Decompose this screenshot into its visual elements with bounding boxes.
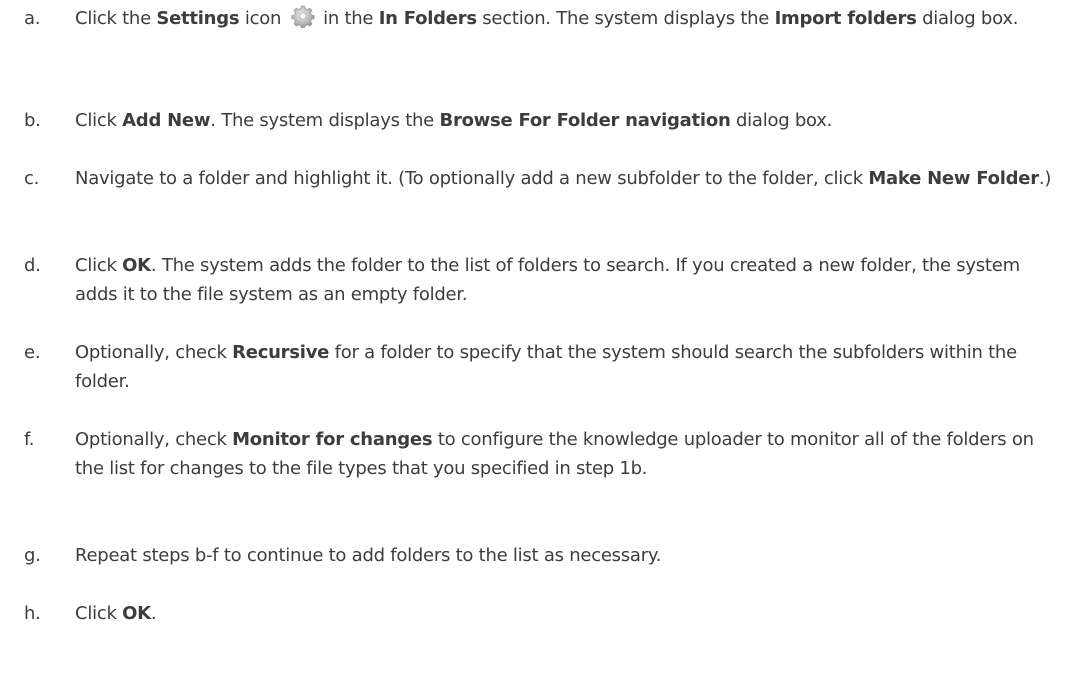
ui-term: Settings: [156, 8, 240, 29]
settings-gear-icon: [291, 4, 315, 28]
step-text-run: Optionally, check: [75, 429, 233, 450]
ui-term: OK: [122, 603, 151, 624]
step-marker: d.: [24, 255, 41, 276]
ui-term: Browse For Folder navigation: [439, 110, 731, 131]
step-text: Click OK.: [75, 599, 1063, 628]
step-text: Click OK. The system adds the folder to …: [75, 251, 1063, 309]
step-text-run: Repeat steps b-f to continue to add fold…: [75, 545, 662, 566]
step-text-run: Optionally, check: [75, 342, 233, 363]
step-text-run: Click: [75, 255, 123, 276]
ui-term: In Folders: [378, 8, 477, 29]
step-text-run: Click: [75, 603, 123, 624]
step-text: Click Add New. The system displays the B…: [75, 106, 1063, 135]
ui-term: Add New: [122, 110, 211, 131]
step-text-run: dialog box.: [730, 110, 833, 131]
step-text-run: .: [150, 603, 157, 624]
step-text-run: icon: [239, 8, 287, 29]
ui-term: Make New Folder: [868, 168, 1039, 189]
step-marker: a.: [24, 8, 41, 29]
ui-term: Recursive: [232, 342, 330, 363]
step-text-run: . The system adds the folder to the list…: [75, 255, 1020, 305]
ui-term: Monitor for changes: [232, 429, 433, 450]
step-marker: h.: [24, 603, 41, 624]
step-text-run: dialog box.: [916, 8, 1019, 29]
step-text-run: in the: [317, 8, 379, 29]
ui-term: OK: [122, 255, 151, 276]
step-marker: b.: [24, 110, 41, 131]
step-text: Click the Settings icon in the In Folder…: [75, 4, 1063, 33]
step-marker: e.: [24, 342, 41, 363]
step-text-run: .): [1038, 168, 1052, 189]
step-text-run: Click: [75, 110, 123, 131]
step-text-run: . The system displays the: [210, 110, 440, 131]
step-text: Optionally, check Monitor for changes to…: [75, 425, 1063, 483]
step-text: Repeat steps b-f to continue to add fold…: [75, 541, 1063, 570]
step-marker: f.: [24, 429, 35, 450]
step-text-run: Navigate to a folder and highlight it. (…: [75, 168, 869, 189]
step-text: Navigate to a folder and highlight it. (…: [75, 164, 1063, 193]
ui-term: Import folders: [774, 8, 917, 29]
step-text-run: Click the: [75, 8, 157, 29]
step-marker: c.: [24, 168, 40, 189]
step-text: Optionally, check Recursive for a folder…: [75, 338, 1063, 396]
step-text-run: section. The system displays the: [476, 8, 775, 29]
step-marker: g.: [24, 545, 41, 566]
